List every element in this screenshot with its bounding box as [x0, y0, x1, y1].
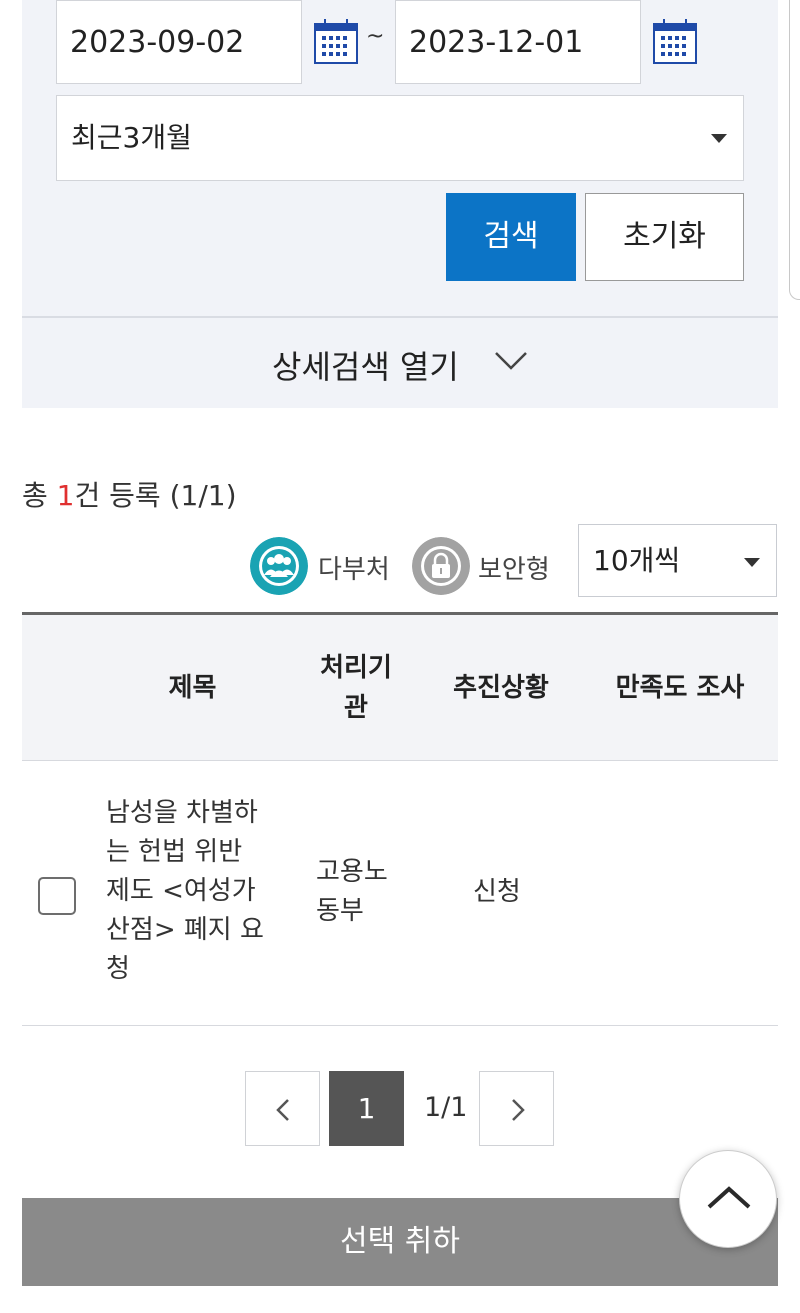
caret-down-icon — [711, 134, 727, 143]
column-title: 제목 — [168, 673, 217, 703]
total-count: 총 1건 등록 (1/1) — [22, 474, 237, 514]
detail-search-label: 상세검색 열기 — [272, 348, 459, 386]
row-agency: 고용노 동부 — [316, 853, 406, 931]
period-select[interactable]: 최근3개월 — [56, 95, 744, 181]
search-button[interactable]: 검색 — [446, 193, 576, 281]
page-current[interactable]: 1 — [329, 1071, 404, 1146]
scroll-top-button[interactable] — [679, 1150, 777, 1248]
row-title-line: 청 — [106, 954, 130, 984]
cancel-selection-button[interactable]: 선택 취하 — [22, 1198, 778, 1286]
row-status: 신청 — [473, 877, 521, 907]
secure-label: 보안형 — [478, 555, 550, 585]
column-agency: 처리기 관 — [310, 648, 402, 728]
caret-down-icon — [744, 558, 760, 567]
column-agency-line1: 처리기 — [320, 653, 392, 683]
chevron-left-icon — [276, 1099, 289, 1121]
reset-button[interactable]: 초기화 — [585, 193, 744, 281]
row-title-line: 남성을 차별하 — [106, 798, 258, 828]
row-checkbox[interactable] — [38, 877, 76, 915]
row-agency-line: 동부 — [316, 896, 364, 926]
group-icon — [250, 537, 308, 595]
page-info: 1/1 — [424, 1092, 468, 1123]
period-select-value: 최근3개월 — [71, 121, 192, 154]
scroll-edge — [789, 0, 800, 300]
row-title[interactable]: 남성을 차별하 는 헌법 위반 제도 <여성가 산점> 폐지 요 청 — [106, 794, 291, 989]
total-number: 1 — [56, 479, 75, 512]
date-separator: ~ — [366, 24, 385, 49]
end-date-input[interactable]: 2023-12-01 — [395, 0, 641, 84]
lock-icon — [412, 537, 470, 595]
prev-page-button[interactable] — [245, 1071, 320, 1146]
row-title-line: 산점> 폐지 요 — [106, 915, 264, 945]
per-page-value: 10개씩 — [593, 544, 681, 577]
total-prefix: 총 — [22, 479, 57, 512]
start-date-input[interactable]: 2023-09-02 — [56, 0, 302, 84]
row-title-line: 제도 <여성가 — [106, 876, 256, 906]
calendar-icon[interactable] — [313, 19, 359, 65]
chevron-up-icon — [707, 1186, 751, 1209]
row-title-line: 는 헌법 위반 — [106, 837, 243, 867]
multi-dept-label: 다부처 — [318, 555, 390, 585]
next-page-button[interactable] — [479, 1071, 554, 1146]
chevron-down-icon — [495, 352, 527, 370]
total-suffix: 건 등록 (1/1) — [74, 479, 237, 512]
column-agency-line2: 관 — [344, 693, 368, 723]
calendar-icon[interactable] — [652, 19, 698, 65]
column-status: 추진상황 — [453, 673, 549, 703]
row-agency-line: 고용노 — [316, 857, 388, 887]
chevron-right-icon — [512, 1099, 525, 1121]
detail-search-toggle[interactable]: 상세검색 열기 — [22, 316, 778, 408]
column-survey: 만족도 조사 — [615, 673, 745, 703]
